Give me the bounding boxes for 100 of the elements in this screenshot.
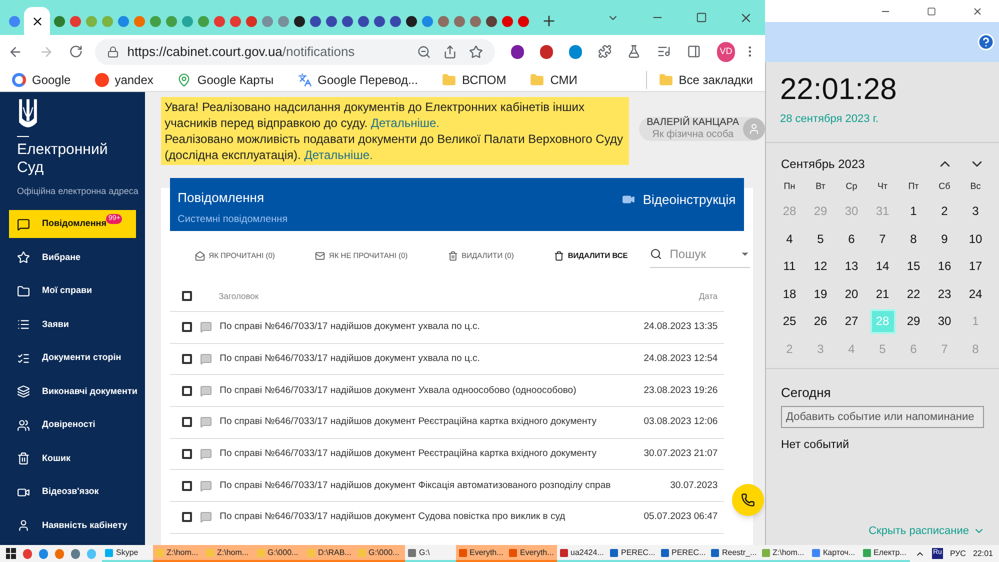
- notification-row[interactable]: По справі №646/7033/17 надійшов документ Реєстраційна картка вхідного документу 03.08.2023 12:06: [170, 407, 724, 439]
- calendar-day[interactable]: 15: [900, 254, 926, 279]
- calendar-day[interactable]: 5: [808, 226, 834, 252]
- nav-item[interactable]: Документи сторін: [9, 344, 136, 372]
- calendar-day[interactable]: 20: [838, 281, 864, 306]
- notification-row[interactable]: По справі №646/7033/17 надійшов документ ухвала по ц.с. 24.08.2023 12:54: [170, 344, 724, 376]
- calendar-day[interactable]: 23: [932, 281, 958, 306]
- calendar-day[interactable]: 11: [776, 254, 802, 279]
- extensions-icon[interactable]: [598, 44, 612, 59]
- row-checkbox[interactable]: [182, 354, 192, 364]
- taskbar-button[interactable]: Карточ...: [809, 545, 860, 562]
- calendar-day[interactable]: 25: [776, 308, 802, 334]
- restore-icon[interactable]: [927, 6, 936, 16]
- row-checkbox[interactable]: [182, 386, 192, 396]
- row-checkbox[interactable]: [182, 480, 192, 491]
- calendar-day[interactable]: 14: [870, 254, 896, 279]
- calendar-day[interactable]: 2: [932, 198, 958, 224]
- zoom-icon[interactable]: [416, 44, 431, 58]
- taskbar-button[interactable]: Everyth...: [506, 545, 556, 562]
- user-chip[interactable]: ВАЛЕРІЙ КАНЦАРА Як фізична особа: [638, 117, 765, 141]
- details-link[interactable]: Детальніше.: [370, 116, 440, 130]
- details-link[interactable]: Детальніше.: [304, 148, 373, 162]
- calendar-day[interactable]: 26: [808, 308, 834, 334]
- taskbar-button[interactable]: Електр...: [860, 545, 910, 562]
- calendar-day[interactable]: 13: [838, 254, 864, 279]
- calendar-day[interactable]: 27: [838, 308, 864, 334]
- calendar-day[interactable]: 30: [932, 308, 958, 334]
- bookmark-link[interactable]: yandex: [114, 70, 154, 88]
- taskbar-button[interactable]: Z:\hom...: [203, 545, 254, 562]
- nav-item[interactable]: Наявність кабінету: [9, 512, 136, 540]
- calendar-day[interactable]: 9: [932, 226, 958, 252]
- bookmark-link[interactable]: СМИ: [550, 70, 578, 88]
- row-checkbox[interactable]: [182, 449, 192, 460]
- calendar-day[interactable]: 12: [808, 254, 834, 279]
- taskbar-button[interactable]: Reestr_...: [708, 545, 758, 562]
- calendar-day[interactable]: 19: [808, 281, 834, 306]
- close-icon[interactable]: [30, 14, 44, 28]
- extension-icon[interactable]: [568, 44, 582, 58]
- taskbar-button[interactable]: G:\000...: [354, 545, 405, 562]
- calendar-day[interactable]: 7: [870, 226, 896, 252]
- nav-item[interactable]: Відеозв'язок: [9, 478, 136, 506]
- bookmark-star-icon[interactable]: [468, 44, 483, 58]
- close-icon[interactable]: [972, 6, 983, 16]
- profile-avatar[interactable]: VD: [716, 42, 736, 62]
- notification-row[interactable]: По справі №646/7033/17 надійшов документ Ухвала одноособово (одноособово) 23.08.2023 19:26: [170, 375, 724, 408]
- taskbar-clock[interactable]: 22:01: [972, 548, 993, 560]
- bookmark-link[interactable]: Google Перевод...: [318, 70, 418, 88]
- taskbar-button[interactable]: Z:\hom...: [152, 545, 203, 562]
- language-indicator[interactable]: РУС: [950, 548, 966, 560]
- calendar-day[interactable]: 4: [776, 226, 802, 252]
- share-icon[interactable]: [442, 44, 457, 58]
- media-icon[interactable]: [657, 44, 671, 59]
- video-guide-link[interactable]: Відеоінструкція: [642, 190, 736, 210]
- maximize-icon[interactable]: [696, 12, 707, 23]
- start-icon[interactable]: [6, 548, 16, 559]
- nav-item[interactable]: Вибране: [9, 244, 136, 272]
- help-icon[interactable]: [977, 33, 995, 51]
- taskbar-button[interactable]: PEREC...: [607, 545, 658, 562]
- calendar-day[interactable]: 29: [900, 308, 926, 334]
- row-checkbox[interactable]: [182, 512, 192, 522]
- calendar-day[interactable]: 22: [900, 281, 926, 306]
- calendar-day[interactable]: 18: [776, 281, 802, 306]
- taskbar-button[interactable]: G:\000...: [254, 545, 304, 562]
- row-checkbox[interactable]: [182, 417, 192, 428]
- calendar-day[interactable]: 8: [900, 226, 926, 252]
- new-tab-icon[interactable]: [541, 13, 557, 29]
- calendar-day[interactable]: 3: [962, 198, 988, 224]
- taskbar-button[interactable]: Z:\hom...: [758, 545, 809, 562]
- calendar-day[interactable]: 6: [838, 226, 864, 252]
- taskbar-button[interactable]: D:\RAB...: [304, 545, 354, 562]
- calendar-day[interactable]: 1: [900, 198, 926, 224]
- calendar-day[interactable]: 21: [870, 281, 896, 306]
- bookmark-link[interactable]: Google Карты: [197, 70, 274, 88]
- event-field[interactable]: Добавить событие или напоминание: [781, 406, 984, 428]
- bookmark-link[interactable]: ВСПОМ: [462, 70, 506, 88]
- notification-row[interactable]: По справі №646/7033/17 надійшов документ ухвала по ц.с. 24.08.2023 13:35: [170, 312, 724, 344]
- side-panel-icon[interactable]: [687, 44, 701, 59]
- browser-tab[interactable]: [24, 7, 50, 35]
- calendar-day[interactable]: 17: [962, 254, 988, 279]
- calendar-day[interactable]: 24: [962, 281, 988, 306]
- taskbar-button[interactable]: ua2424...: [556, 545, 607, 562]
- flask-icon[interactable]: [627, 44, 642, 59]
- taskbar-button[interactable]: PEREC...: [658, 545, 708, 562]
- nav-item[interactable]: Довіреності: [9, 411, 136, 439]
- nav-item[interactable]: Виконавчі документи: [9, 378, 136, 406]
- notification-row[interactable]: По справі №646/7033/17 надійшов документ Реєстраційна картка вхідного документу 30.07.2023 21:07: [170, 438, 724, 470]
- extension-icon[interactable]: [510, 44, 524, 58]
- notification-row[interactable]: По справі №646/7033/17 надійшов документ Судова повістка про виклик в суд 05.07.2023 06:47: [170, 502, 724, 534]
- select-all-checkbox[interactable]: [182, 291, 192, 301]
- calendar-day[interactable]: 16: [932, 254, 958, 279]
- extension-icon[interactable]: [540, 44, 553, 58]
- notification-row[interactable]: По справі №646/7033/17 надійшов документ Фіксація автоматизованого розподілу справ 30.07.2023: [170, 470, 724, 502]
- search-field[interactable]: Пошук: [670, 244, 732, 262]
- address-bar[interactable]: https://cabinet.court.gov.ua/notifications: [95, 38, 495, 64]
- bookmark-link[interactable]: Все закладки: [678, 70, 753, 88]
- reload-icon[interactable]: [69, 44, 84, 59]
- taskbar-button[interactable]: Everyth...: [456, 545, 506, 562]
- bookmark-link[interactable]: Google: [32, 70, 71, 88]
- calendar-day[interactable]: 10: [962, 226, 988, 252]
- row-checkbox[interactable]: [182, 322, 192, 332]
